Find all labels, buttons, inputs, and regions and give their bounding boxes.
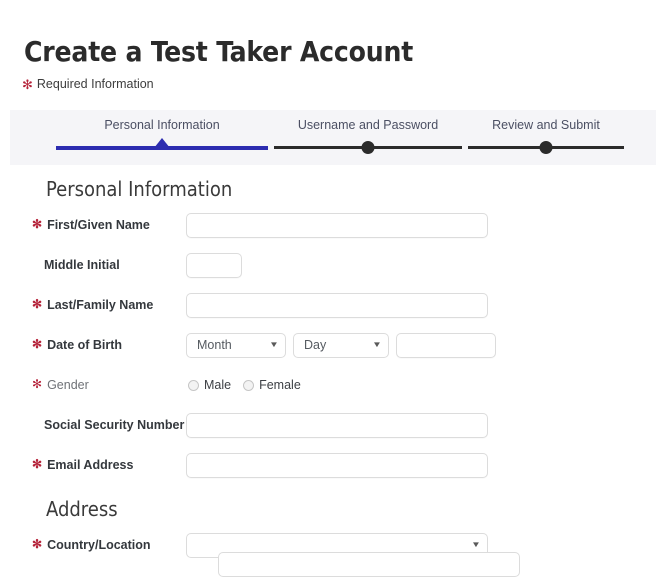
label-last-name: ✻ Last/Family Name [0,297,186,313]
label-text-date-of-birth: Date of Birth [47,338,123,352]
label-text-middle-initial: Middle Initial [44,258,120,272]
birth-year-input[interactable] [396,332,496,358]
required-asterisk-icon: ✻ [32,217,43,231]
label-text-gender: Gender [47,378,89,392]
next-field-partial[interactable] [218,552,520,577]
required-asterisk-icon: ✻ [32,337,43,351]
gender-radio-group: Male Female [186,378,301,392]
birth-month-select[interactable]: Month ▼ [186,332,286,358]
birth-day-value: Day [304,338,327,352]
section-heading-address: Address [46,497,118,521]
label-date-of-birth: ✻ Date of Birth [0,337,186,353]
birth-day-select[interactable]: Day ▼ [293,332,389,358]
stepper-marker-triangle-icon [154,138,170,148]
form-row-email-address: ✻ Email Address [0,448,668,482]
stepper-step-username-and-password[interactable]: Username and Password [274,110,462,165]
email-address-input[interactable] [186,452,488,478]
stepper-step-personal-information[interactable]: Personal Information [56,110,268,165]
chevron-down-icon: ▼ [372,340,382,349]
label-first-name: ✻ First/Given Name [0,217,186,233]
gender-radio-female[interactable]: Female [243,378,301,392]
stepper-marker-circle-icon [361,141,375,154]
radio-unselected-icon[interactable] [188,379,199,391]
section-heading-personal-information: Personal Information [46,177,233,201]
stepper-marker-circle-icon [539,141,553,154]
first-name-input[interactable] [186,212,488,238]
form-row-last-name: ✻ Last/Family Name [0,288,668,322]
radio-unselected-icon[interactable] [243,379,255,391]
form-row-social-security-number: Social Security Number [0,408,668,442]
label-text-email-address: Email Address [47,458,134,472]
chevron-down-icon: ▼ [269,340,279,349]
required-asterisk-icon: ✻ [22,77,33,93]
stepper-label-personal-information: Personal Information [104,118,220,132]
required-asterisk-icon: ✻ [32,377,43,391]
middle-initial-input[interactable] [186,252,242,278]
label-email-address: ✻ Email Address [0,457,186,473]
required-asterisk-icon: ✻ [32,537,43,551]
form-row-gender: ✻ Gender Male Female [0,368,668,402]
label-text-country-location: Country/Location [47,538,151,552]
social-security-number-input[interactable] [186,412,488,438]
required-information-note: ✻ Required Information [0,68,668,93]
stepper-label-review-and-submit: Review and Submit [492,118,600,132]
form-row-first-name: ✻ First/Given Name [0,208,668,242]
label-social-security-number: Social Security Number [0,417,186,433]
gender-option-label-female: Female [259,378,301,392]
stepper-step-review-and-submit[interactable]: Review and Submit [468,110,624,165]
label-country-location: ✻ Country/Location [0,537,186,553]
label-gender: ✻ Gender [0,377,186,393]
last-name-input[interactable] [186,292,488,318]
required-asterisk-icon: ✻ [32,457,43,471]
label-text-first-name: First/Given Name [47,218,150,232]
label-text-last-name: Last/Family Name [47,298,154,312]
label-text-social-security-number: Social Security Number [44,418,185,432]
label-middle-initial: Middle Initial [0,257,186,273]
required-information-label: Required Information [36,76,154,91]
stepper-label-username-and-password: Username and Password [297,118,439,132]
chevron-down-icon: ▼ [471,540,481,549]
birth-month-value: Month [197,338,232,352]
page-title: Create a Test Taker Account [24,35,414,68]
gender-radio-male[interactable]: Male [188,378,231,392]
form-row-middle-initial: Middle Initial [0,248,668,282]
gender-option-label-male: Male [204,378,232,392]
required-asterisk-icon: ✻ [32,297,43,311]
form-row-date-of-birth: ✻ Date of Birth Month ▼ Day ▼ [0,328,668,362]
progress-stepper: Personal Information Username and Passwo… [10,110,656,165]
personal-information-form: Personal Information ✻ First/Given Name … [0,176,668,562]
